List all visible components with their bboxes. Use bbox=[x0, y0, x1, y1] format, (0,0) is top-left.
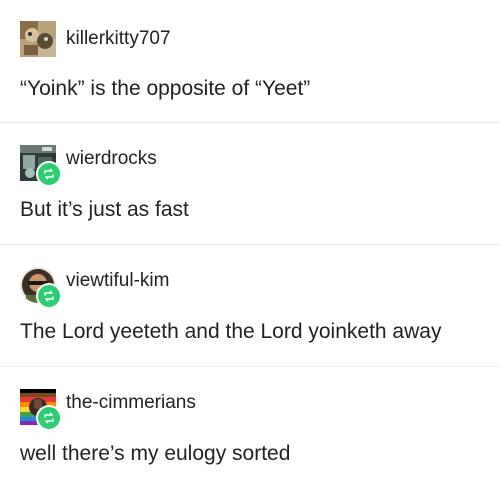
divider bbox=[0, 122, 500, 123]
reblog-icon bbox=[36, 283, 62, 309]
username[interactable]: killerkitty707 bbox=[66, 28, 171, 50]
post-text: well there’s my eulogy sorted bbox=[20, 442, 291, 465]
username[interactable]: viewtiful-kim bbox=[66, 270, 169, 292]
divider bbox=[0, 366, 500, 367]
reblog-icon bbox=[36, 161, 62, 187]
avatar[interactable] bbox=[20, 21, 56, 57]
username[interactable]: the-cimmerians bbox=[66, 392, 196, 414]
post-text: But it’s just as fast bbox=[20, 198, 189, 221]
post-text: The Lord yeeteth and the Lord yoinketh a… bbox=[20, 320, 442, 343]
post-text: “Yoink” is the opposite of “Yeet” bbox=[20, 77, 311, 100]
username[interactable]: wierdrocks bbox=[66, 148, 157, 170]
divider bbox=[0, 244, 500, 245]
reblog-icon bbox=[36, 405, 62, 431]
